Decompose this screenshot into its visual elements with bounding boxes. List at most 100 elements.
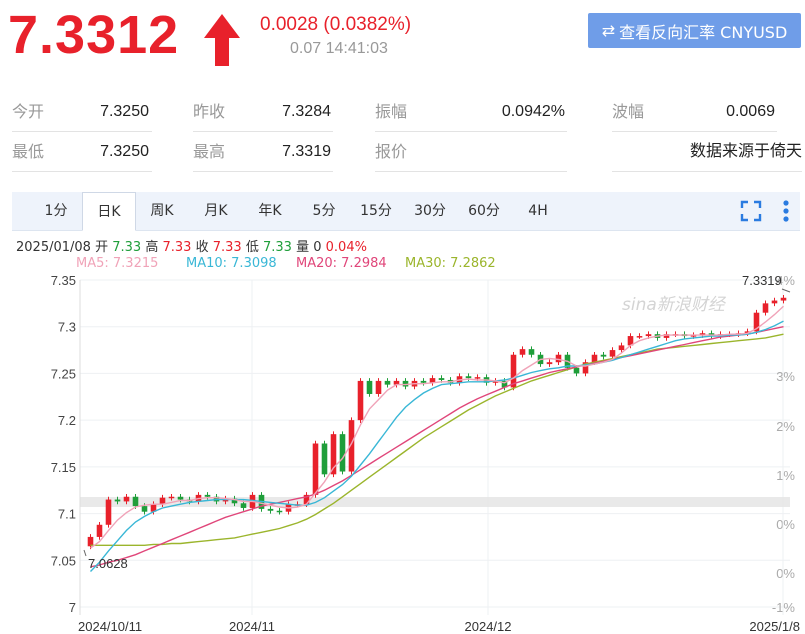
ma30-legend: MA30: 7.2862 [405, 256, 496, 271]
up-arrow-icon [204, 14, 240, 66]
candle [312, 443, 319, 495]
candle [762, 303, 769, 313]
stat-value: 7.3250 [100, 143, 149, 160]
candle [609, 350, 616, 357]
ma5-legend: MA5: 7.3215 [76, 256, 159, 271]
x-tick-label: 2025/1/8 [749, 619, 800, 634]
reverse-rate-button[interactable]: ⇄ 查看反向汇率 CNYUSD [588, 13, 801, 48]
swap-icon: ⇄ [601, 21, 616, 40]
candle [204, 494, 211, 497]
min-label: 7.0628 [88, 556, 128, 571]
prev-close-band [80, 497, 790, 507]
data-source: 数据来源于倚天 [689, 143, 802, 160]
open-value: 7.33 [112, 240, 142, 255]
candle [519, 349, 526, 355]
candle [357, 380, 364, 421]
low-value: 7.33 [262, 240, 292, 255]
price-change: 0.0028 (0.0382%) [260, 14, 412, 35]
volume-label: 量 [296, 240, 310, 255]
reverse-rate-label: 查看反向汇率 CNYUSD [619, 22, 788, 42]
y-tick-label: 7.2 [58, 413, 76, 428]
candle [276, 510, 283, 513]
tab-60min[interactable]: 60分 [462, 192, 506, 230]
more-menu-icon[interactable] [776, 199, 796, 223]
candle [240, 503, 247, 508]
max-label: 7.3319 [742, 273, 782, 288]
stat-label: 振幅 [375, 102, 408, 121]
ma20-legend: MA20: 7.2984 [296, 256, 387, 271]
tab-weekly-k[interactable]: 周K [140, 192, 184, 230]
tab-yearly-k[interactable]: 年K [248, 192, 292, 230]
candle [267, 508, 274, 511]
y-tick-label: 7.3 [58, 320, 76, 335]
pct-tick-label: 3% [776, 369, 795, 384]
y-tick-label: 7.35 [51, 273, 76, 288]
stat-label: 报价 [375, 142, 408, 161]
pct-tick-label: 0% [776, 566, 795, 581]
x-tick-label: 2024/10/11 [78, 619, 142, 634]
candle [528, 349, 535, 355]
stat-value: 7.3319 [282, 143, 331, 160]
candle [168, 496, 175, 499]
candle [96, 524, 103, 537]
candle [114, 499, 121, 502]
open-label: 开 [95, 240, 109, 255]
stat-value: 0.0069 [726, 103, 775, 120]
tab-daily-k[interactable]: 日K [82, 192, 136, 231]
tab-30min[interactable]: 30分 [408, 192, 452, 230]
stat-label: 最低 [12, 142, 45, 161]
period-tabs: 1分 日K 周K 月K 年K 5分 15分 30分 60分 4H [12, 192, 800, 231]
stat-value [442, 132, 565, 172]
ma5-line [90, 305, 784, 549]
ohlc-readout: 2025/01/08 开 7.33 高 7.33 收 7.33 低 7.33 量… [16, 236, 367, 255]
quote-time: 0.07 14:41:03 [290, 40, 388, 57]
candle [771, 300, 778, 304]
candle [105, 499, 112, 525]
stat-value: 7.3250 [100, 103, 149, 120]
candle [555, 354, 562, 363]
candle [132, 496, 139, 507]
pct-tick-label: 0% [776, 517, 795, 532]
stats-row: 最低 7.3250 最高 7.3319 报价 数据来源于倚天 [12, 132, 802, 172]
candle [600, 354, 607, 357]
x-tick-label: 2024/12 [465, 619, 512, 634]
high-label: 高 [145, 240, 159, 255]
low-label: 低 [245, 240, 259, 255]
candle [465, 376, 472, 379]
fullscreen-icon[interactable] [740, 200, 762, 222]
candle [780, 297, 787, 301]
stat-value: 7.3284 [282, 103, 331, 120]
tab-4h[interactable]: 4H [516, 192, 560, 230]
y-tick-label: 7.05 [51, 553, 76, 568]
y-tick-label: 7.1 [58, 507, 76, 522]
ma10-line [89, 320, 784, 572]
tab-5min[interactable]: 5分 [302, 192, 346, 230]
y-tick-label: 7.15 [51, 460, 76, 475]
candle [321, 443, 328, 475]
pct-change: 0.04% [325, 240, 367, 255]
candle [123, 496, 130, 502]
ma10-legend: MA10: 7.3098 [186, 256, 277, 271]
pct-tick-label: -1% [772, 600, 796, 615]
ohlc-date: 2025/01/08 [16, 240, 91, 255]
candle [573, 367, 580, 374]
tab-monthly-k[interactable]: 月K [194, 192, 238, 230]
candle [420, 380, 427, 383]
close-label: 收 [195, 240, 209, 255]
candle [141, 506, 148, 512]
candle [474, 377, 481, 379]
tab-15min[interactable]: 15分 [354, 192, 398, 230]
candle [438, 378, 445, 380]
stat-label: 今开 [12, 102, 45, 121]
tab-1min[interactable]: 1分 [34, 192, 78, 230]
pct-tick-label: 1% [776, 468, 795, 483]
stat-label: 波幅 [612, 102, 645, 121]
candle [177, 496, 184, 500]
current-price: 7.3312 [8, 5, 180, 65]
candle [366, 380, 373, 394]
min-pointer [83, 549, 87, 557]
high-value: 7.33 [162, 240, 192, 255]
kline-chart[interactable]: 7.357.37.257.27.157.17.0574%3%2%1%0%0%-1… [0, 270, 805, 634]
x-tick-label: 2024/11 [229, 619, 275, 634]
candle [636, 336, 643, 338]
